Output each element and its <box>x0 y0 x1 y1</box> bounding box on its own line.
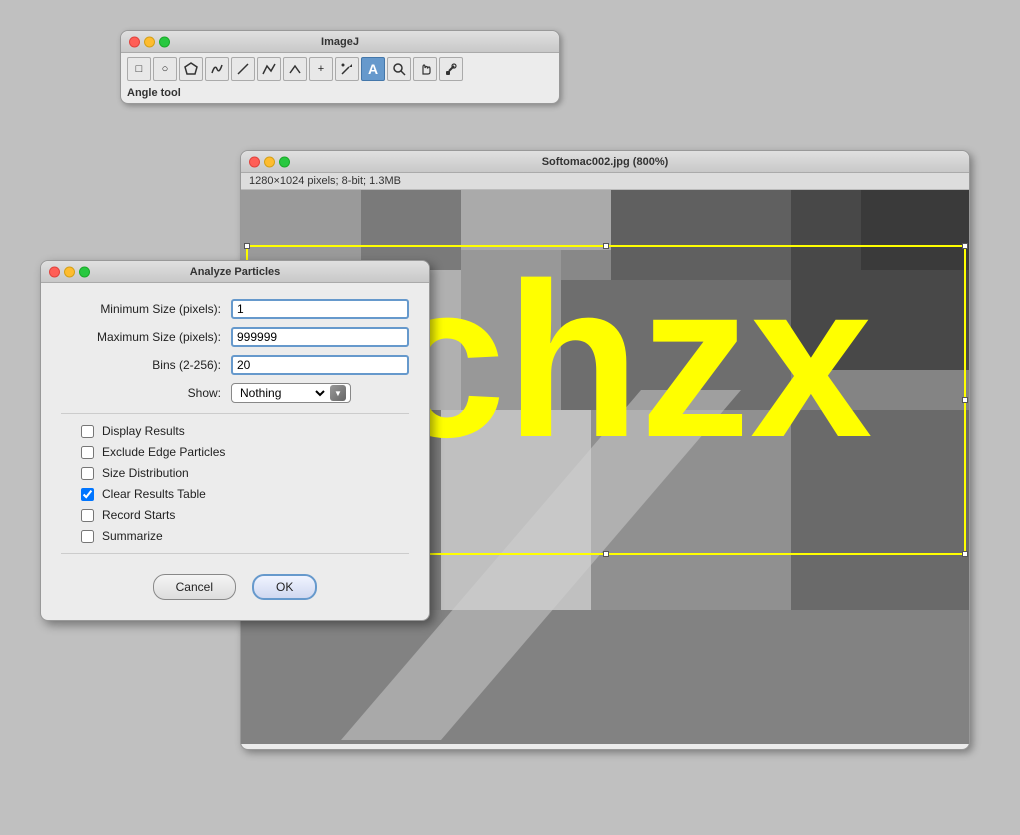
image-titlebar: Softomac002.jpg (800%) <box>241 151 969 173</box>
record-starts-checkbox[interactable] <box>81 509 94 522</box>
sel-handle-topright[interactable] <box>962 243 968 249</box>
image-minimize-button[interactable] <box>264 156 275 167</box>
analyze-maximize-button[interactable] <box>79 266 90 277</box>
segmented-line-tool[interactable] <box>257 57 281 81</box>
analyze-close-button[interactable] <box>49 266 60 277</box>
size-distribution-row: Size Distribution <box>61 466 409 480</box>
analyze-dialog-title: Analyze Particles <box>190 266 281 278</box>
toolbar-icons: □ ○ + A <box>121 53 559 85</box>
dialog-buttons: Cancel OK <box>61 564 409 606</box>
ok-button[interactable]: OK <box>252 574 317 600</box>
imagej-title: ImageJ <box>321 36 359 48</box>
summarize-row: Summarize <box>61 529 409 543</box>
hand-tool[interactable] <box>413 57 437 81</box>
oval-tool[interactable]: ○ <box>153 57 177 81</box>
eyedropper-tool[interactable] <box>439 57 463 81</box>
clear-results-row: Clear Results Table <box>61 487 409 501</box>
display-results-label: Display Results <box>102 424 185 438</box>
display-results-row: Display Results <box>61 424 409 438</box>
clear-results-checkbox[interactable] <box>81 488 94 501</box>
imagej-titlebar: ImageJ <box>121 31 559 53</box>
angle-tool[interactable] <box>283 57 307 81</box>
exclude-edge-row: Exclude Edge Particles <box>61 445 409 459</box>
dialog-body: Minimum Size (pixels): Maximum Size (pix… <box>41 283 429 620</box>
bins-label: Bins (2-256): <box>61 358 231 372</box>
show-label: Show: <box>61 386 231 400</box>
separator-2 <box>61 553 409 554</box>
show-select-wrapper[interactable]: Nothing Outlines Masks Ellipses Count Ma… <box>231 383 351 403</box>
bins-row: Bins (2-256): <box>61 355 409 375</box>
exclude-edge-label: Exclude Edge Particles <box>102 445 225 459</box>
crosshair-tool[interactable]: + <box>309 57 333 81</box>
maximize-button[interactable] <box>159 36 170 47</box>
image-maximize-button[interactable] <box>279 156 290 167</box>
show-select[interactable]: Nothing Outlines Masks Ellipses Count Ma… <box>236 385 328 401</box>
sel-handle-bottommid[interactable] <box>603 551 609 557</box>
analyze-titlebar: Analyze Particles <box>41 261 429 283</box>
angle-tool-label: Angle tool <box>121 85 559 103</box>
show-select-arrow <box>330 385 346 401</box>
show-row: Show: Nothing Outlines Masks Ellipses Co… <box>61 383 409 403</box>
record-starts-label: Record Starts <box>102 508 175 522</box>
magnifier-tool[interactable] <box>387 57 411 81</box>
wand-tool[interactable] <box>335 57 359 81</box>
minimize-button[interactable] <box>144 36 155 47</box>
clear-results-label: Clear Results Table <box>102 487 206 501</box>
text-tool[interactable]: A <box>361 57 385 81</box>
sel-handle-midright[interactable] <box>962 397 968 403</box>
summarize-label: Summarize <box>102 529 163 543</box>
polygon-tool[interactable] <box>179 57 203 81</box>
image-info-bar: 1280×1024 pixels; 8-bit; 1.3MB <box>241 173 969 190</box>
exclude-edge-checkbox[interactable] <box>81 446 94 459</box>
line-tool[interactable] <box>231 57 255 81</box>
minimum-size-row: Minimum Size (pixels): <box>61 299 409 319</box>
analyze-minimize-button[interactable] <box>64 266 75 277</box>
close-button[interactable] <box>129 36 140 47</box>
freehand-tool[interactable] <box>205 57 229 81</box>
image-traffic-lights <box>249 156 290 167</box>
sel-handle-topleft[interactable] <box>244 243 250 249</box>
imagej-toolbar-window: ImageJ □ ○ + A Angle <box>120 30 560 104</box>
separator-1 <box>61 413 409 414</box>
maximum-size-input[interactable] <box>231 327 409 347</box>
image-title: Softomac002.jpg (800%) <box>542 156 669 168</box>
minimum-size-label: Minimum Size (pixels): <box>61 302 231 316</box>
analyze-particles-dialog: Analyze Particles Minimum Size (pixels):… <box>40 260 430 621</box>
image-close-button[interactable] <box>249 156 260 167</box>
analyze-traffic-lights <box>49 266 90 277</box>
maximum-size-label: Maximum Size (pixels): <box>61 330 231 344</box>
maximum-size-row: Maximum Size (pixels): <box>61 327 409 347</box>
display-results-checkbox[interactable] <box>81 425 94 438</box>
minimum-size-input[interactable] <box>231 299 409 319</box>
traffic-lights <box>129 36 170 47</box>
rectangle-tool[interactable]: □ <box>127 57 151 81</box>
size-distribution-label: Size Distribution <box>102 466 189 480</box>
record-starts-row: Record Starts <box>61 508 409 522</box>
summarize-checkbox[interactable] <box>81 530 94 543</box>
bins-input[interactable] <box>231 355 409 375</box>
cancel-button[interactable]: Cancel <box>153 574 236 600</box>
size-distribution-checkbox[interactable] <box>81 467 94 480</box>
sel-handle-bottomright[interactable] <box>962 551 968 557</box>
